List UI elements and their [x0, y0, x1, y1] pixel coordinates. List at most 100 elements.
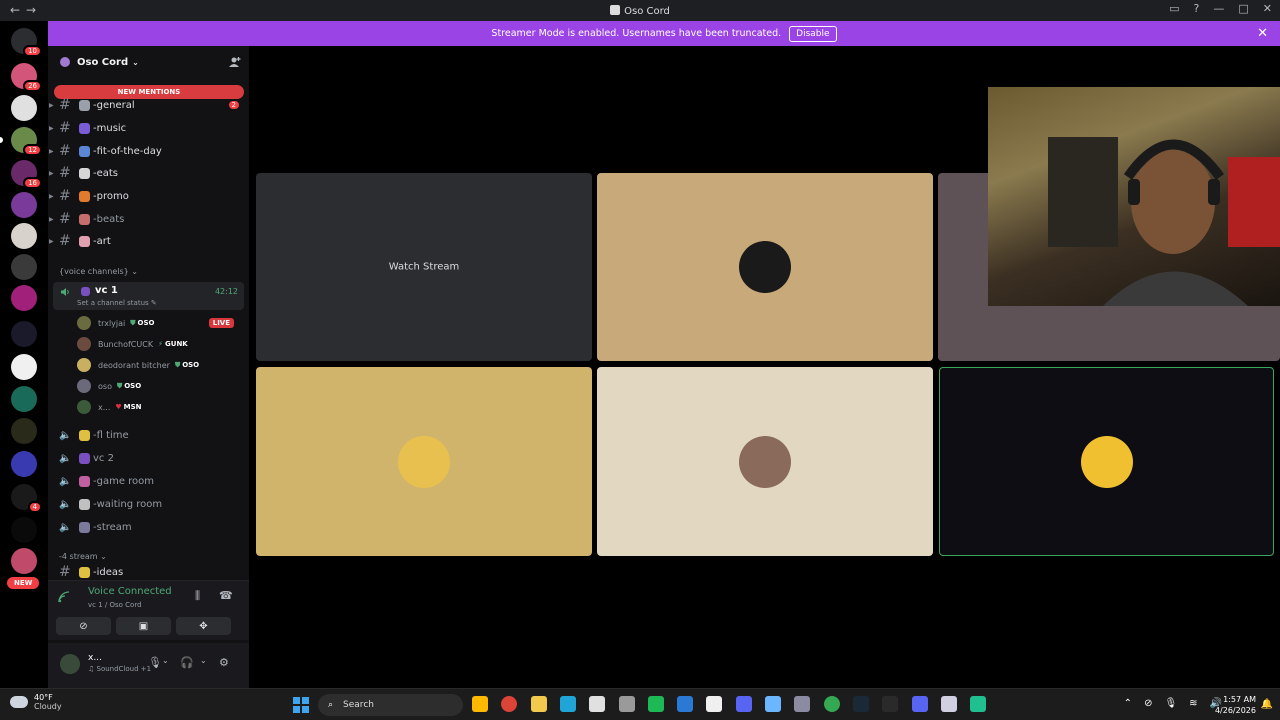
close-banner-icon[interactable]: ✕	[1257, 26, 1268, 41]
maximize-icon[interactable]: □	[1238, 2, 1248, 15]
server-icon-12[interactable]	[11, 451, 37, 477]
wifi-icon[interactable]: ≋	[1189, 698, 1197, 709]
server-icon-2[interactable]	[11, 95, 37, 121]
disconnect-icon[interactable]: ☎	[219, 589, 233, 602]
member-tag: ⛊ OSO	[117, 382, 141, 391]
voice-channel-item[interactable]: 🔈 -stream	[48, 516, 249, 538]
active-voice-channel[interactable]: vc 1 Set a channel status ✎ 42:12	[53, 282, 244, 310]
inbox-icon[interactable]: ▭	[1169, 2, 1179, 15]
watch-stream-button[interactable]: Watch Stream	[377, 255, 471, 279]
server-icon-1[interactable]: 26	[11, 63, 42, 92]
channel-item[interactable]: ▶ # -promo	[48, 185, 249, 207]
server-folder-icon[interactable]	[11, 321, 37, 347]
voice-member[interactable]: BunchofCUCK ⚡ GUNK	[77, 335, 242, 353]
speaking-participant-tile[interactable]	[939, 367, 1274, 556]
invite-people-icon[interactable]	[229, 56, 241, 68]
channel-item[interactable]: ▶ # -beats	[48, 208, 249, 230]
voice-channel-item[interactable]: 🔈 vc 2	[48, 447, 249, 469]
settings-app-icon[interactable]	[618, 696, 635, 712]
new-unreads-pill[interactable]: NEW	[7, 577, 40, 589]
server-icon-6[interactable]	[11, 223, 37, 249]
voice-category[interactable]: {voice channels} ⌄	[59, 267, 138, 276]
guild-header[interactable]: Oso Cord ⌄	[48, 46, 249, 78]
minimize-icon[interactable]: —	[1213, 2, 1224, 15]
media-player-icon[interactable]	[589, 696, 606, 712]
spotify-icon[interactable]	[647, 696, 664, 712]
settings-gear-icon[interactable]: ⚙	[219, 656, 229, 669]
share-screen-button[interactable]: ▣	[116, 617, 171, 635]
voice-member[interactable]: trxlyjai ⛊ OSO LIVE	[77, 314, 242, 332]
server-icon-14[interactable]	[11, 517, 37, 543]
participant-tile[interactable]	[256, 367, 592, 556]
notifications-bell-icon[interactable]: 🔔	[1261, 699, 1273, 710]
server-icon-5[interactable]	[11, 192, 37, 218]
edge-icon[interactable]	[559, 696, 576, 712]
microphone-tray-icon[interactable]: 🎙	[1164, 698, 1177, 709]
help-icon[interactable]: ?	[1194, 2, 1200, 15]
discord-alt-icon[interactable]	[911, 696, 928, 712]
headphones-icon[interactable]: 🎧	[180, 656, 194, 669]
channel-item[interactable]: ▶ # -art	[48, 230, 249, 252]
channel-item[interactable]: ▶ # -fit-of-the-day	[48, 140, 249, 162]
voice-location[interactable]: vc 1 / Oso Cord	[88, 601, 142, 609]
noise-suppression-icon[interactable]: ⫼	[195, 589, 200, 603]
channel-item[interactable]: ▶ # -music	[48, 117, 249, 139]
stream-category[interactable]: -4 stream ⌄	[59, 552, 107, 561]
epic-games-icon[interactable]	[882, 696, 899, 712]
connection-signal-icon[interactable]	[58, 591, 70, 603]
channel-item[interactable]: ▶ # -eats	[48, 162, 249, 184]
weather-widget[interactable]: 40°F Cloudy	[10, 693, 62, 711]
participant-tile[interactable]	[597, 173, 933, 361]
server-icon-11[interactable]	[11, 418, 37, 444]
taskbar-search[interactable]: ⌕ Search	[318, 694, 463, 716]
server-icon-13[interactable]: 4	[11, 484, 42, 513]
server-icon-8[interactable]	[11, 285, 37, 311]
server-icon-3[interactable]: 12	[0, 127, 42, 156]
server-icon-15[interactable]	[11, 548, 37, 574]
mic-options-chevron-icon[interactable]: ⌄	[162, 656, 169, 665]
notepad-icon[interactable]	[765, 696, 781, 712]
channel-status[interactable]: Set a channel status ✎	[77, 299, 157, 307]
clock[interactable]: 1:57 AM 4/26/2026	[1215, 694, 1256, 716]
start-button[interactable]	[293, 697, 309, 713]
chrome-icon[interactable]	[501, 696, 518, 712]
cloud-icon	[10, 696, 28, 708]
close-window-icon[interactable]: ✕	[1263, 2, 1272, 15]
tray-app-icon[interactable]: ⊘	[1144, 698, 1152, 709]
audio-options-chevron-icon[interactable]: ⌄	[200, 656, 207, 665]
voice-channel-item[interactable]: 🔈 -fl time	[48, 424, 249, 446]
steam-icon[interactable]	[852, 696, 869, 712]
discord-icon[interactable]	[735, 696, 752, 712]
channel-ideas[interactable]: # -ideas	[48, 564, 249, 580]
disable-streamer-button[interactable]: Disable	[789, 25, 837, 42]
obs-icon[interactable]	[940, 696, 957, 712]
store-icon[interactable]	[472, 696, 488, 712]
voice-member[interactable]: x... ♥ MSN	[77, 398, 242, 416]
channel-item[interactable]: ▶ # -general 2	[48, 94, 249, 116]
voice-channel-item[interactable]: 🔈 -waiting room	[48, 493, 249, 515]
server-icon-7[interactable]	[11, 254, 37, 280]
server-icon-10[interactable]	[11, 386, 37, 412]
voice-connected-label[interactable]: Voice Connected	[88, 586, 172, 597]
user-name[interactable]: x...	[88, 653, 102, 663]
app-icon[interactable]	[794, 696, 811, 712]
chrome-alt-icon[interactable]	[823, 696, 840, 712]
dm-home-icon[interactable]: 10	[11, 28, 42, 57]
voice-member[interactable]: oso ⛊ OSO	[77, 377, 242, 395]
tray-overflow-icon[interactable]: ⌃	[1124, 698, 1132, 709]
voice-channel-item[interactable]: 🔈 -game room	[48, 470, 249, 492]
mention-badge: 2	[228, 101, 239, 109]
user-avatar[interactable]	[60, 654, 80, 674]
server-icon-9[interactable]	[11, 354, 37, 380]
participant-tile[interactable]	[597, 367, 933, 556]
voice-member[interactable]: deodorant bitcher ⛊ OSO	[77, 356, 242, 374]
stream-tile[interactable]: Watch Stream	[256, 173, 592, 361]
camera-off-button[interactable]: ⊘	[56, 617, 111, 635]
activities-button[interactable]: ✥	[176, 617, 231, 635]
photos-icon[interactable]	[677, 696, 694, 712]
app-green-icon[interactable]	[970, 696, 987, 712]
file-explorer-icon[interactable]	[530, 696, 547, 712]
server-icon-4[interactable]: 16	[11, 160, 42, 189]
mic-icon[interactable]: 🎙	[148, 656, 162, 669]
capcut-icon[interactable]	[706, 696, 723, 712]
